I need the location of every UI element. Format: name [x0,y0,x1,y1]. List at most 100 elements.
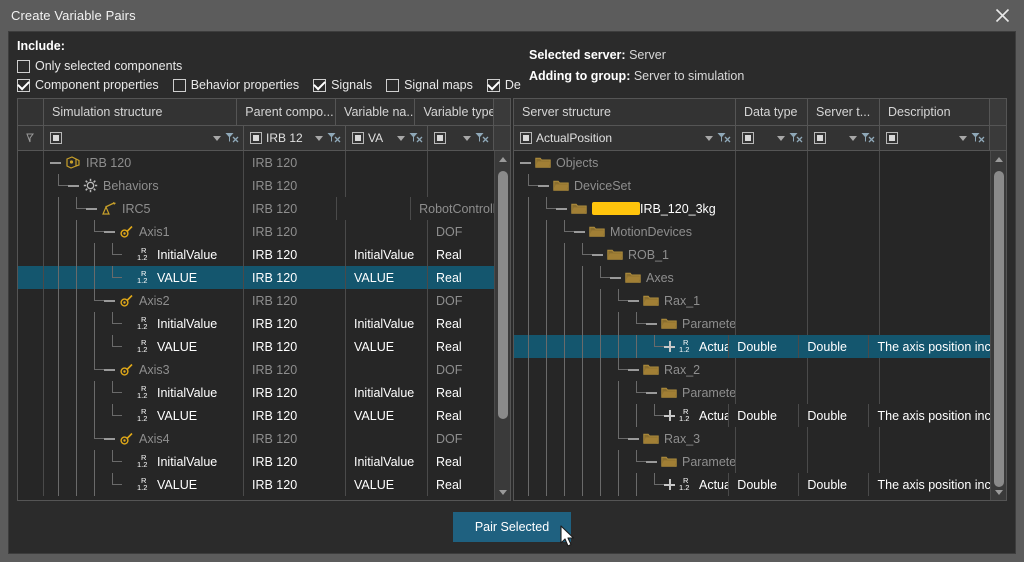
table-row[interactable]: R 1.2 VALUE IRB 120 VALUE Real [18,266,494,289]
table-row[interactable]: Axis3 IRB 120 DOF [18,358,494,381]
expander-collapse-toggle[interactable] [520,156,533,169]
expander-expand-toggle[interactable] [664,478,677,491]
expander-collapse-toggle[interactable] [646,455,659,468]
filter-variable-name[interactable]: VA [346,126,428,150]
checkbox-box[interactable] [386,78,400,92]
tree-node-cell[interactable]: Axis4 [44,427,244,450]
table-row[interactable]: Axis4 IRB 120 DOF [18,427,494,450]
filter-box-icon[interactable] [520,132,532,144]
checkbox-signals[interactable]: Signals [313,78,372,92]
left-vertical-scrollbar[interactable] [494,151,510,500]
table-row[interactable]: R 1.2 VALUE IRB 120 VALUE Real [18,473,494,496]
scroll-up-button[interactable] [991,151,1007,167]
table-row[interactable]: R 1.2 InitialValue IRB 120 InitialValue Real [18,381,494,404]
tree-node-cell[interactable]: R 1.2 InitialValue [44,312,244,335]
scroll-track[interactable] [991,167,1007,487]
table-row[interactable]: Rax_1 [514,289,990,312]
column-header-data-type[interactable]: Data type [736,99,808,125]
chevron-down-icon[interactable] [705,135,713,141]
column-header-server-structure[interactable]: Server structure [514,99,736,125]
chevron-down-icon[interactable] [777,135,785,141]
expander-collapse-toggle[interactable] [68,179,81,192]
expander-collapse-toggle[interactable] [104,363,117,376]
tree-node-cell[interactable]: IRB_120_3kg [514,197,736,220]
expander-expand-toggle[interactable] [664,409,677,422]
checkbox-box[interactable] [313,78,327,92]
expander-collapse-toggle[interactable] [592,248,605,261]
table-row[interactable]: Axis1 IRB 120 DOF [18,220,494,243]
chevron-down-icon[interactable] [463,135,471,141]
filter-variable-type[interactable] [428,126,494,150]
tree-node-cell[interactable]: Rax_2 [514,358,736,381]
tree-node-cell[interactable]: R1.2 ActualPosition [514,473,730,496]
tree-node-cell[interactable]: Rax_3 [514,427,736,450]
tree-node-cell[interactable]: ROB_1 [514,243,736,266]
filter-box-icon[interactable] [434,132,446,144]
tree-node-cell[interactable]: R1.2 ActualPosition [514,335,730,358]
expander-collapse-toggle[interactable] [646,317,659,330]
expander-collapse-toggle[interactable] [628,432,641,445]
expander-collapse-toggle[interactable] [104,294,117,307]
column-header-parent-component[interactable]: Parent compo... [237,99,337,125]
expander-collapse-toggle[interactable] [86,202,99,215]
tree-node-cell[interactable]: DeviceSet [514,174,736,197]
table-row[interactable]: Rax_3 [514,427,990,450]
filter-server-structure[interactable]: ActualPosition [514,126,736,150]
filter-box-icon[interactable] [742,132,754,144]
table-row[interactable]: R 1.2 InitialValue IRB 120 InitialValue Real [18,243,494,266]
clear-filter-icon[interactable] [327,132,341,144]
tree-node-cell[interactable]: Axis3 [44,358,244,381]
tree-node-cell[interactable]: MotionDevices [514,220,736,243]
table-row[interactable]: ParameterSet [514,312,990,335]
tree-node-cell[interactable]: Axis1 [44,220,244,243]
chevron-down-icon[interactable] [315,135,323,141]
table-row[interactable]: IRB 120 IRB 120 [18,151,494,174]
tree-node-cell[interactable]: IRB 120 [44,151,244,174]
tree-node-cell[interactable]: R1.2 ActualPosition [514,404,730,427]
expander-collapse-toggle[interactable] [556,202,569,215]
expander-collapse-toggle[interactable] [538,179,551,192]
expander-collapse-toggle[interactable] [574,225,587,238]
expander-collapse-toggle[interactable] [104,225,117,238]
scroll-up-button[interactable] [495,151,511,167]
tree-node-cell[interactable]: Rax_1 [514,289,736,312]
table-row[interactable]: R 1.2 InitialValue IRB 120 InitialValue Real [18,450,494,473]
checkbox-box[interactable] [17,78,30,92]
table-row[interactable]: ParameterSet [514,450,990,473]
checkbox-degrees-of-freedom[interactable]: Degrees of [486,78,521,92]
table-row[interactable]: MotionDevices [514,220,990,243]
expander-collapse-toggle[interactable] [104,432,117,445]
table-row[interactable]: Axis2 IRB 120 DOF [18,289,494,312]
tree-node-cell[interactable]: R 1.2 InitialValue [44,450,244,473]
filter-parent-component[interactable]: IRB 12 [244,126,346,150]
column-header-simulation-structure[interactable]: Simulation structure [44,99,238,125]
table-row[interactable]: R 1.2 VALUE IRB 120 VALUE Real [18,404,494,427]
tree-node-cell[interactable]: Behaviors [44,174,244,197]
column-header-variable-name[interactable]: Variable na... [336,99,416,125]
clear-filter-icon[interactable] [409,132,423,144]
filter-data-type[interactable] [736,126,808,150]
tree-node-cell[interactable]: R 1.2 InitialValue [44,243,244,266]
tree-node-cell[interactable]: IRC5 [44,197,244,220]
scroll-track[interactable] [495,167,511,484]
table-row[interactable]: R 1.2 InitialValue IRB 120 InitialValue Real [18,312,494,335]
expander-collapse-toggle[interactable] [646,386,659,399]
chevron-down-icon[interactable] [213,135,221,141]
table-row[interactable]: IRB_120_3kg [514,197,990,220]
close-button[interactable] [980,0,1024,31]
tree-node-cell[interactable]: ParameterSet [514,312,736,335]
table-row[interactable]: ParameterSet [514,381,990,404]
tree-node-cell[interactable]: R 1.2 VALUE [44,404,244,427]
filter-box-icon[interactable] [50,132,62,144]
tree-node-cell[interactable]: Axis2 [44,289,244,312]
scroll-thumb[interactable] [993,171,1004,487]
tree-node-cell[interactable]: Axes [514,266,736,289]
checkbox-component-properties[interactable]: Component properties [17,78,159,92]
scroll-thumb[interactable] [497,171,508,419]
clear-filter-icon[interactable] [475,132,489,144]
clear-filter-icon[interactable] [971,132,985,144]
filter-box-icon[interactable] [814,132,826,144]
tree-node-cell[interactable]: ParameterSet [514,450,736,473]
table-row[interactable]: Rax_2 [514,358,990,381]
tree-node-cell[interactable]: R 1.2 VALUE [44,335,244,358]
